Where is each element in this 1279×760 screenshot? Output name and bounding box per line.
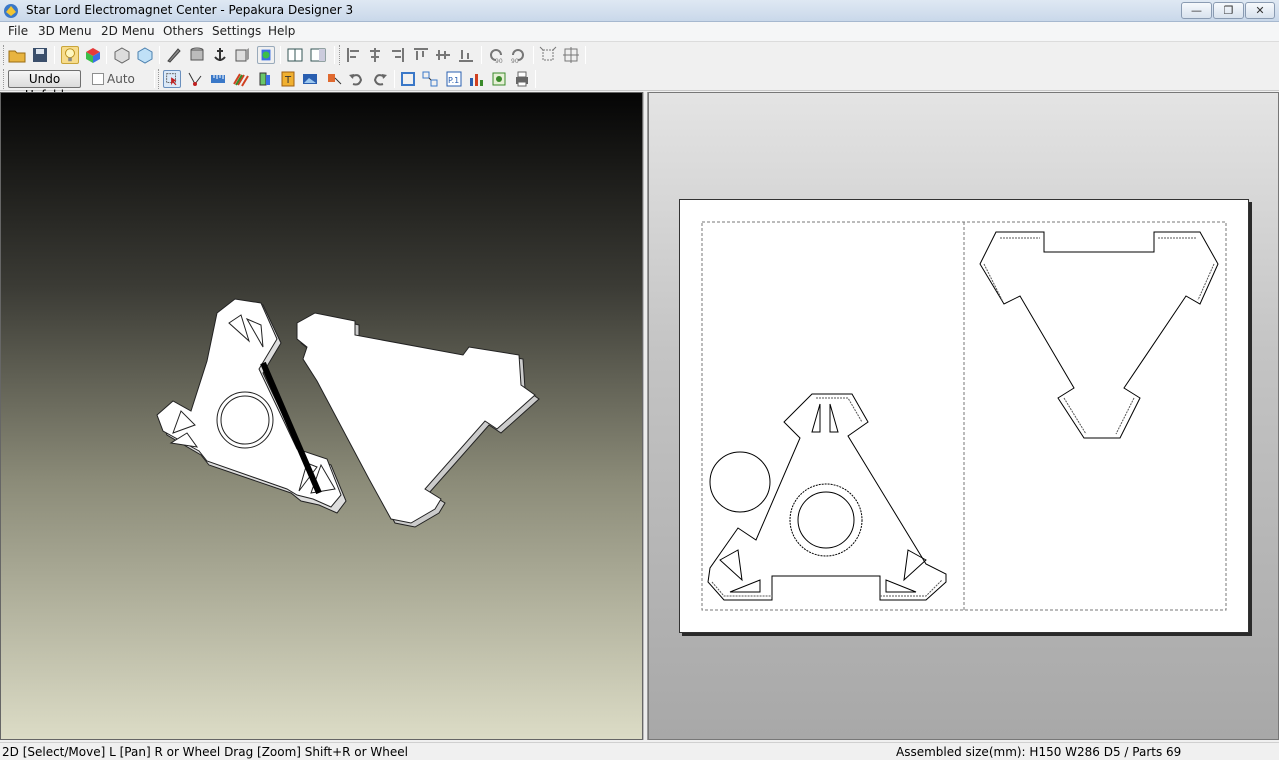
title-bar: Star Lord Electromagnet Center - Pepakur… (0, 0, 1279, 22)
toolbar-grip[interactable] (339, 45, 342, 65)
main-toolbar: 90 90 (0, 43, 1279, 67)
menu-others[interactable]: Others (163, 24, 203, 38)
minimize-button[interactable]: — (1181, 2, 1212, 19)
rotate-90-left-icon[interactable]: 90 (487, 46, 505, 64)
pepakura-window: Star Lord Electromagnet Center - Pepakur… (0, 0, 1279, 760)
align-right-icon[interactable] (388, 46, 406, 64)
pepakura-logo-icon (4, 4, 18, 18)
toolbar-grip[interactable] (3, 69, 6, 89)
redo-icon[interactable] (371, 70, 389, 88)
undo-icon[interactable] (347, 70, 365, 88)
cylinder-icon[interactable] (188, 46, 206, 64)
secondary-toolbar: Undo Unfold Auto T P.1 (0, 67, 1279, 102)
window-title: Star Lord Electromagnet Center - Pepakur… (26, 3, 354, 17)
undo-unfold-button[interactable]: Undo Unfold (8, 70, 81, 102)
toolbar-separator (154, 70, 155, 88)
auto-label: Auto (107, 72, 135, 86)
toolbar-separator (334, 46, 335, 64)
svg-text:P.1: P.1 (448, 76, 459, 85)
split-pane-icon[interactable] (309, 46, 327, 64)
pencil-icon[interactable] (165, 46, 183, 64)
auto-checkbox[interactable] (92, 73, 104, 85)
3d-view-pane[interactable] (0, 92, 643, 740)
box-icon[interactable] (113, 46, 131, 64)
circle-part (709, 451, 771, 513)
toolbar-separator (585, 46, 586, 64)
paint-icon[interactable] (257, 46, 275, 64)
triangle-part-plain (979, 231, 1219, 439)
fit-all-icon[interactable] (562, 46, 580, 64)
edge-icon[interactable] (233, 46, 251, 64)
menu-bar: File 3D Menu 2D Menu Others Settings Hel… (0, 22, 1279, 42)
fit-icon[interactable] (539, 46, 557, 64)
frame-icon[interactable] (399, 70, 417, 88)
close-button[interactable]: ✕ (1245, 2, 1275, 19)
menu-settings[interactable]: Settings (212, 24, 261, 38)
align-left-icon[interactable] (345, 46, 363, 64)
align-bottom-icon[interactable] (457, 46, 475, 64)
assembled-size: Assembled size(mm): H150 W286 D5 / Parts… (896, 745, 1182, 759)
menu-2d[interactable]: 2D Menu (101, 24, 155, 38)
arrange-icon[interactable] (421, 70, 439, 88)
svg-text:T: T (284, 75, 292, 86)
maximize-button[interactable]: ❐ (1213, 2, 1244, 19)
part-move-icon[interactable] (325, 70, 343, 88)
toolbar-separator (481, 46, 482, 64)
3d-model-view[interactable] (1, 93, 644, 741)
toolbar-separator (394, 70, 395, 88)
single-pane-icon[interactable] (286, 46, 304, 64)
align-middle-icon[interactable] (434, 46, 452, 64)
status-bar: 2D [Select/Move] L [Pan] R or Wheel Drag… (0, 742, 1279, 760)
2d-view-pane[interactable] (648, 92, 1279, 740)
status-hint: 2D [Select/Move] L [Pan] R or Wheel Drag… (2, 745, 408, 759)
print-icon[interactable] (513, 70, 531, 88)
text-icon[interactable]: T (279, 70, 297, 88)
save-icon[interactable] (31, 46, 49, 64)
svg-text:90: 90 (495, 58, 503, 64)
align-center-icon[interactable] (366, 46, 384, 64)
svg-text:90: 90 (511, 58, 519, 64)
box-light-icon[interactable] (136, 46, 154, 64)
align-top-icon[interactable] (412, 46, 430, 64)
unfolded-pattern[interactable] (680, 200, 1250, 634)
ruler-icon[interactable] (209, 70, 227, 88)
menu-file[interactable]: File (8, 24, 28, 38)
toolbar-separator (54, 46, 55, 64)
triangle-part-with-hole (707, 393, 947, 601)
toolbar-separator (280, 46, 281, 64)
page-number-icon[interactable]: P.1 (445, 70, 463, 88)
image-icon[interactable] (301, 70, 319, 88)
toolbar-separator (535, 70, 536, 88)
toolbar-separator (533, 46, 534, 64)
join-icon[interactable] (186, 70, 204, 88)
texture-cube-icon[interactable] (84, 46, 102, 64)
pattern-icon[interactable] (232, 70, 250, 88)
select-arrow-icon[interactable] (163, 70, 181, 88)
menu-help[interactable]: Help (268, 24, 295, 38)
paper-sheet[interactable] (679, 199, 1249, 633)
rotate-90-right-icon[interactable]: 90 (509, 46, 527, 64)
light-bulb-icon[interactable] (61, 46, 79, 64)
export-icon[interactable] (490, 70, 508, 88)
toolbar-separator (159, 46, 160, 64)
open-folder-icon[interactable] (8, 46, 26, 64)
fold-icon[interactable] (256, 70, 274, 88)
chart-icon[interactable] (467, 70, 485, 88)
toolbar-separator (106, 46, 107, 64)
print-margin (701, 221, 1227, 611)
menu-3d[interactable]: 3D Menu (38, 24, 92, 38)
anchor-icon[interactable] (211, 46, 229, 64)
toolbar-grip[interactable] (3, 45, 6, 65)
toolbar-grip[interactable] (158, 69, 161, 89)
